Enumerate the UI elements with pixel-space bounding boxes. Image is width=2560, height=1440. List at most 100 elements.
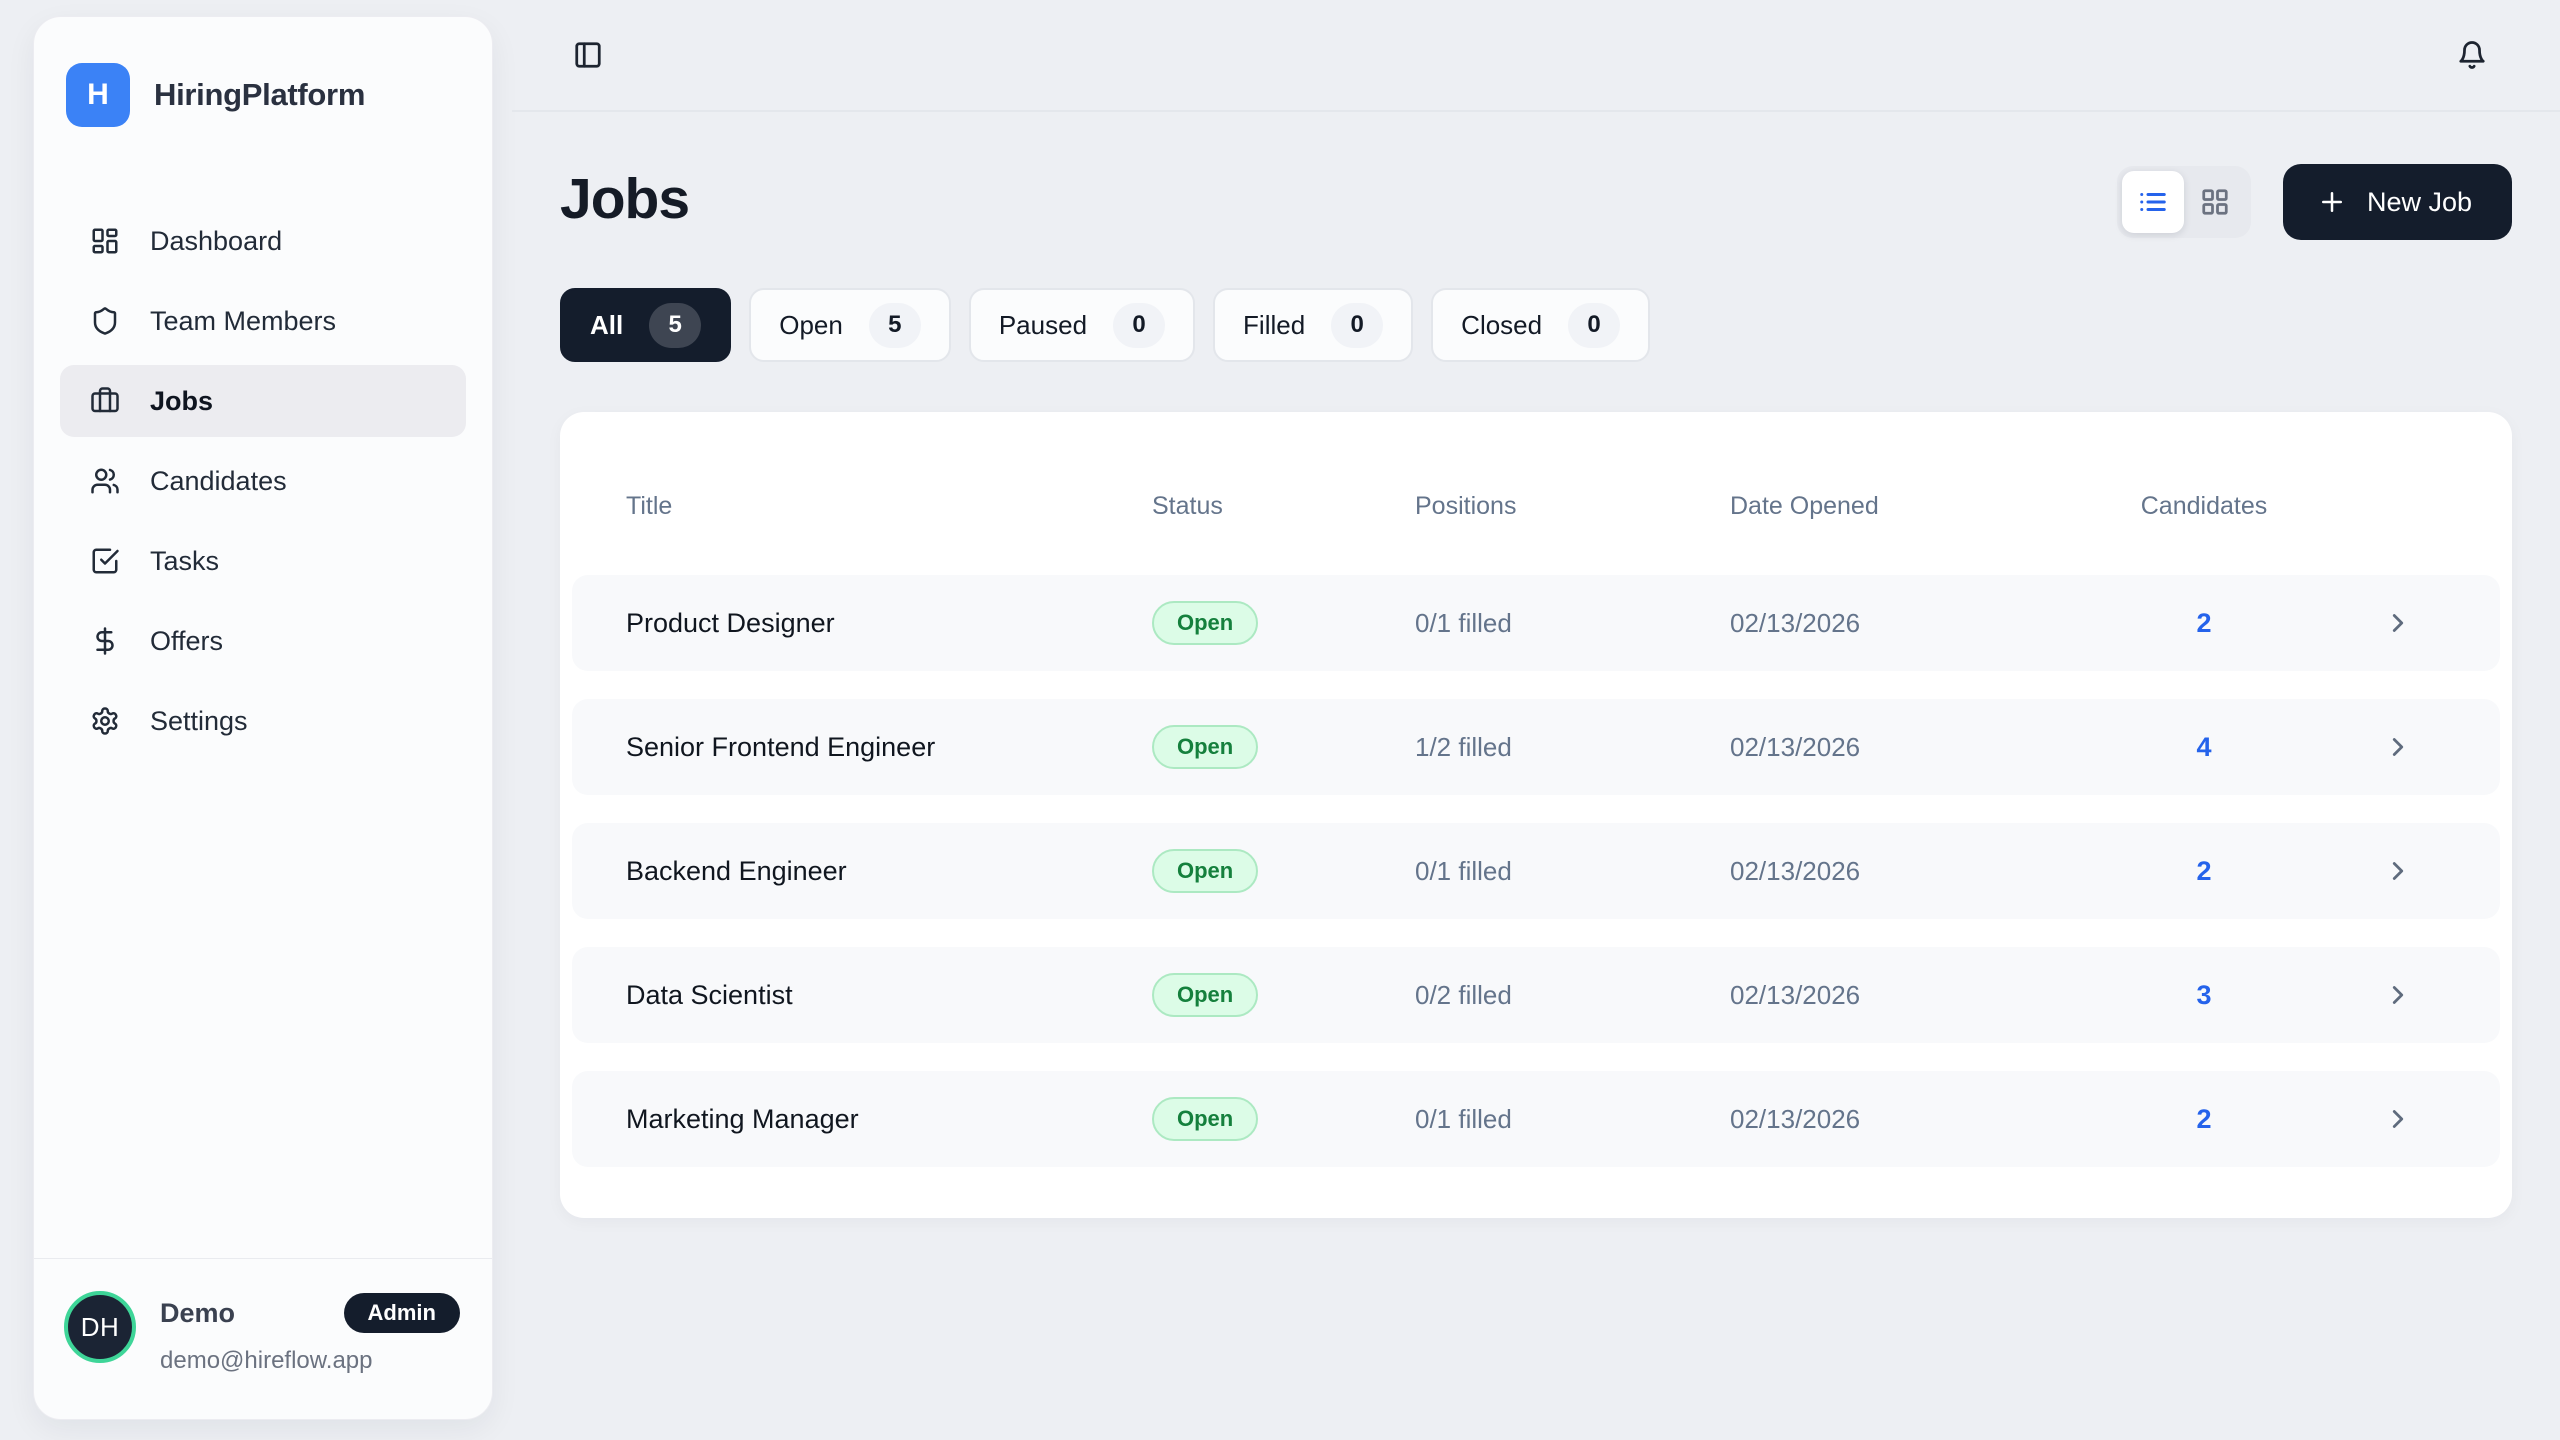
positions-cell: 1/2 filled: [1415, 732, 1730, 763]
row-open-button[interactable]: [2296, 856, 2500, 886]
sidebar-item-jobs[interactable]: Jobs: [60, 365, 466, 437]
filter-tab-label: Closed: [1461, 310, 1542, 341]
filter-tab-count: 5: [649, 303, 701, 348]
positions-cell: 0/1 filled: [1415, 1104, 1730, 1135]
table-row[interactable]: Data Scientist Open 0/2 filled 02/13/202…: [572, 947, 2500, 1043]
sidebar: H HiringPlatform Dashboard Team Members …: [33, 16, 493, 1420]
filter-tab-count: 5: [869, 303, 921, 348]
filter-tab-count: 0: [1113, 303, 1165, 348]
new-job-label: New Job: [2367, 187, 2472, 218]
job-title: Data Scientist: [572, 980, 1152, 1011]
avatar: DH: [64, 1291, 136, 1363]
user-email: demo@hireflow.app: [160, 1347, 460, 1375]
chevron-right-icon: [2383, 856, 2413, 886]
users-icon: [90, 466, 120, 496]
date-opened-cell: 02/13/2026: [1730, 980, 2112, 1011]
column-header: Date Opened: [1730, 492, 2112, 521]
dashboard-icon: [90, 226, 120, 256]
date-opened-cell: 02/13/2026: [1730, 608, 2112, 639]
notifications-button[interactable]: [2444, 27, 2500, 83]
status-badge: Open: [1152, 973, 1258, 1017]
chevron-right-icon: [2383, 1104, 2413, 1134]
job-title: Backend Engineer: [572, 856, 1152, 887]
brand-logo-letter: H: [87, 78, 109, 112]
job-title: Senior Frontend Engineer: [572, 732, 1152, 763]
sidebar-item-label: Team Members: [150, 306, 336, 337]
column-header: Candidates: [2112, 492, 2296, 521]
jobs-table-rows: Product Designer Open 0/1 filled 02/13/2…: [572, 575, 2500, 1167]
table-row[interactable]: Marketing Manager Open 0/1 filled 02/13/…: [572, 1071, 2500, 1167]
filter-tab-count: 0: [1568, 303, 1620, 348]
grid-view-button[interactable]: [2184, 171, 2246, 233]
sidebar-item-team-members[interactable]: Team Members: [60, 285, 466, 357]
jobs-table-header: Title Status Positions Date Opened Candi…: [572, 482, 2500, 530]
chevron-right-icon: [2383, 732, 2413, 762]
candidates-count[interactable]: 2: [2112, 608, 2296, 639]
sidebar-item-offers[interactable]: Offers: [60, 605, 466, 677]
filter-tab-paused[interactable]: Paused 0: [969, 288, 1195, 362]
status-cell: Open: [1152, 1097, 1415, 1141]
panel-left-icon: [573, 40, 603, 70]
row-open-button[interactable]: [2296, 608, 2500, 638]
briefcase-icon: [90, 386, 120, 416]
positions-cell: 0/2 filled: [1415, 980, 1730, 1011]
page-title: Jobs: [560, 166, 689, 232]
sidebar-toggle-button[interactable]: [560, 27, 616, 83]
sidebar-item-settings[interactable]: Settings: [60, 685, 466, 757]
plus-icon: [2317, 187, 2347, 217]
row-open-button[interactable]: [2296, 732, 2500, 762]
sidebar-item-label: Settings: [150, 706, 248, 737]
brand-logo-icon: H: [66, 63, 130, 127]
table-row[interactable]: Product Designer Open 0/1 filled 02/13/2…: [572, 575, 2500, 671]
sidebar-item-label: Candidates: [150, 466, 287, 497]
sidebar-item-tasks[interactable]: Tasks: [60, 525, 466, 597]
status-badge: Open: [1152, 849, 1258, 893]
sidebar-user-section[interactable]: DH Demo Admin demo@hireflow.app: [34, 1258, 492, 1419]
topbar: [512, 0, 2560, 112]
filter-tab-label: All: [590, 310, 623, 341]
candidates-count[interactable]: 4: [2112, 732, 2296, 763]
user-name: Demo: [160, 1298, 235, 1329]
status-badge: Open: [1152, 725, 1258, 769]
table-row[interactable]: Backend Engineer Open 0/1 filled 02/13/2…: [572, 823, 2500, 919]
row-open-button[interactable]: [2296, 1104, 2500, 1134]
candidates-count[interactable]: 3: [2112, 980, 2296, 1011]
candidates-count[interactable]: 2: [2112, 856, 2296, 887]
status-badge: Open: [1152, 601, 1258, 645]
positions-cell: 0/1 filled: [1415, 856, 1730, 887]
sidebar-item-label: Tasks: [150, 546, 219, 577]
status-badge: Open: [1152, 1097, 1258, 1141]
user-meta: Demo Admin demo@hireflow.app: [160, 1291, 460, 1375]
shield-icon: [90, 306, 120, 336]
chevron-right-icon: [2383, 980, 2413, 1010]
filter-tab-all[interactable]: All 5: [560, 288, 731, 362]
status-cell: Open: [1152, 725, 1415, 769]
filter-tab-count: 0: [1331, 303, 1383, 348]
row-open-button[interactable]: [2296, 980, 2500, 1010]
sidebar-item-candidates[interactable]: Candidates: [60, 445, 466, 517]
bell-icon: [2457, 40, 2487, 70]
date-opened-cell: 02/13/2026: [1730, 732, 2112, 763]
view-toggle: [2117, 166, 2251, 238]
grid-icon: [2200, 187, 2230, 217]
new-job-button[interactable]: New Job: [2283, 164, 2512, 240]
positions-cell: 0/1 filled: [1415, 608, 1730, 639]
date-opened-cell: 02/13/2026: [1730, 1104, 2112, 1135]
filter-tab-label: Paused: [999, 310, 1087, 341]
filter-tab-open[interactable]: Open 5: [749, 288, 951, 362]
filter-tab-closed[interactable]: Closed 0: [1431, 288, 1650, 362]
filter-tabs: All 5 Open 5 Paused 0 Filled 0 Closed 0: [560, 288, 1650, 362]
filter-tab-filled[interactable]: Filled 0: [1213, 288, 1413, 362]
filter-tab-label: Open: [779, 310, 843, 341]
job-title: Product Designer: [572, 608, 1152, 639]
dollar-icon: [90, 626, 120, 656]
table-row[interactable]: Senior Frontend Engineer Open 1/2 filled…: [572, 699, 2500, 795]
head-actions: New Job: [2117, 164, 2512, 240]
list-icon: [2138, 187, 2168, 217]
sidebar-item-dashboard[interactable]: Dashboard: [60, 205, 466, 277]
column-header: Positions: [1415, 492, 1730, 521]
brand: H HiringPlatform: [34, 17, 492, 127]
avatar-initials: DH: [81, 1312, 120, 1343]
list-view-button[interactable]: [2122, 171, 2184, 233]
candidates-count[interactable]: 2: [2112, 1104, 2296, 1135]
